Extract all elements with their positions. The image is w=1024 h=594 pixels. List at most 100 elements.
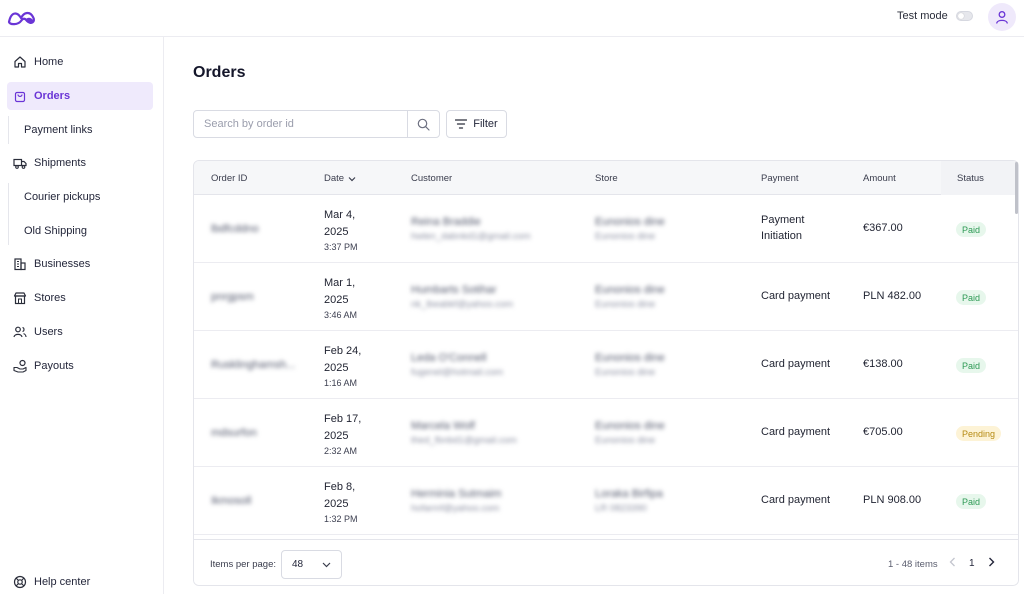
next-page-button[interactable] [988, 557, 995, 570]
prev-page-button[interactable] [949, 557, 956, 570]
sidebar-item-label: Old Shipping [24, 225, 87, 237]
chevron-right-icon [989, 557, 995, 567]
store-cell: Eunonios dine Eunonios dine [595, 420, 665, 446]
store-cell: Loraka Birfipa LR 0823390 [595, 488, 663, 514]
order-date: Mar 4, 2025 3:37 PM [324, 207, 358, 252]
orders-table: Order ID Date Customer Store Payment Amo… [193, 160, 1019, 586]
sidebar-item-stores[interactable]: Stores [7, 284, 153, 312]
date-line1: Mar 4, [324, 209, 356, 221]
customer-email: hwlen_dabnkd1@gmail.com [411, 231, 531, 242]
status-badge: Paid [956, 222, 987, 237]
page-title: Orders [193, 64, 246, 81]
order-date: Feb 24, 2025 1:16 AM [324, 343, 361, 388]
sidebar-item-payment-links[interactable]: Payment links [24, 116, 92, 144]
status-badge: Paid [956, 290, 987, 305]
order-id[interactable]: pnrgpsm [211, 291, 254, 303]
search-box [193, 110, 440, 138]
header-store: Store [595, 173, 618, 184]
date-line1: Mar 1, [324, 277, 356, 289]
table-row[interactable]: pnrgpsm Mar 1, 2025 3:46 AM Humbarts Sot… [194, 263, 1018, 331]
store-name: Eunonios dine [595, 216, 665, 228]
page-number[interactable]: 1 [969, 558, 975, 569]
order-time: 2:32 AM [324, 446, 358, 456]
sidebar-item-orders[interactable]: Orders [7, 82, 153, 110]
table-row[interactable]: mdsurfon Feb 17, 2025 2:32 AM Marcela Wo… [194, 399, 1018, 467]
header-date-label: Date [324, 173, 345, 184]
sidebar-item-label: Payouts [34, 360, 74, 372]
customer-email: nk_lbeabkf@yahoo.com [411, 299, 514, 310]
sidebar-item-users[interactable]: Users [7, 318, 153, 346]
filter-icon [455, 119, 468, 129]
sidebar-item-businesses[interactable]: Businesses [7, 250, 153, 278]
sidebar-item-label: Businesses [34, 258, 91, 270]
table-scrollbar[interactable] [1015, 162, 1018, 214]
test-mode: Test mode [897, 10, 973, 22]
store-sub: Eunonios dine [595, 231, 656, 242]
date-line2: 2025 [324, 294, 349, 306]
customer-name: Leda O'Connell [411, 352, 487, 364]
search-button[interactable] [407, 111, 439, 137]
pagination-range: 1 - 48 items [888, 559, 938, 570]
chevron-down-icon [322, 562, 331, 567]
sidebar-item-home[interactable]: Home [7, 48, 153, 76]
app-logo[interactable] [7, 8, 37, 26]
test-mode-label: Test mode [897, 10, 948, 22]
order-date: Feb 17, 2025 2:32 AM [324, 411, 361, 456]
sidebar-item-old-shipping[interactable]: Old Shipping [24, 217, 87, 245]
customer-name: Reina Braddie [411, 216, 481, 228]
header-date[interactable]: Date [324, 173, 356, 184]
header-amount: Amount [863, 173, 896, 184]
customer-email: hofarmf@yahoo.com [411, 503, 500, 514]
order-id[interactable]: Rusklinghamsh... [211, 359, 295, 371]
table-footer: Items per page: 48 1 - 48 items 1 [194, 539, 1018, 585]
sidebar-item-payouts[interactable]: Payouts [7, 352, 153, 380]
order-date: Mar 1, 2025 3:46 AM [324, 275, 357, 320]
store-sub: Eunonios dine [595, 299, 656, 310]
customer-name: Marcela Wolf [411, 420, 475, 432]
user-avatar[interactable] [988, 3, 1016, 31]
store-name: Eunonios dine [595, 420, 665, 432]
store-sub: Eunonios dine [595, 367, 656, 378]
items-per-page-select[interactable]: 48 [281, 550, 342, 579]
truck-icon [13, 158, 27, 169]
search-input[interactable] [194, 111, 407, 137]
payment-method: Card payment [761, 358, 831, 370]
table-row[interactable]: lbdfcddno Mar 4, 2025 3:37 PM Reina Brad… [194, 195, 1018, 263]
help-center-label: Help center [34, 576, 91, 588]
date-line2: 2025 [324, 362, 349, 374]
store-name: Eunonios dine [595, 352, 665, 364]
amount: €138.00 [863, 358, 903, 370]
items-per-page-value: 48 [292, 559, 304, 570]
order-time: 3:37 PM [324, 242, 358, 252]
test-mode-toggle[interactable] [955, 11, 973, 21]
sidebar-item-shipments[interactable]: Shipments [7, 149, 153, 177]
order-time: 3:46 AM [324, 310, 358, 320]
header-status: Status [957, 173, 984, 184]
order-id[interactable]: mdsurfon [211, 427, 257, 439]
bag-icon [14, 91, 26, 103]
top-bar: Test mode [0, 0, 1024, 37]
date-line2: 2025 [324, 430, 349, 442]
amount: PLN 482.00 [863, 290, 922, 302]
table-row[interactable]: Rusklinghamsh... Feb 24, 2025 1:16 AM Le… [194, 331, 1018, 399]
sidebar-item-courier-pickups[interactable]: Courier pickups [24, 183, 100, 211]
customer-email: thed_fbnbd1@gmail.com [411, 435, 517, 446]
order-id[interactable]: Ikmosoll [211, 495, 251, 507]
table-header: Order ID Date Customer Store Payment Amo… [194, 161, 1018, 195]
filter-button[interactable]: Filter [446, 110, 507, 138]
date-line2: 2025 [324, 226, 349, 238]
payment-method: Card payment [761, 290, 831, 302]
date-line2: 2025 [324, 498, 349, 510]
sidebar-item-label: Orders [34, 90, 71, 102]
order-id[interactable]: lbdfcddno [211, 223, 259, 235]
payment-method: Card payment [761, 426, 831, 438]
table-row[interactable]: Ikmosoll Feb 8, 2025 1:32 PM Herminia Su… [194, 467, 1018, 535]
sidebar-item-help-center[interactable]: Help center [7, 568, 153, 594]
store-sub: LR 0823390 [595, 503, 647, 514]
header-payment: Payment [761, 173, 799, 184]
search-icon [417, 118, 430, 131]
amount: €367.00 [863, 222, 903, 234]
store-name: Loraka Birfipa [595, 488, 663, 500]
sidebar-item-label: Home [34, 56, 64, 68]
chevron-left-icon [949, 557, 955, 567]
